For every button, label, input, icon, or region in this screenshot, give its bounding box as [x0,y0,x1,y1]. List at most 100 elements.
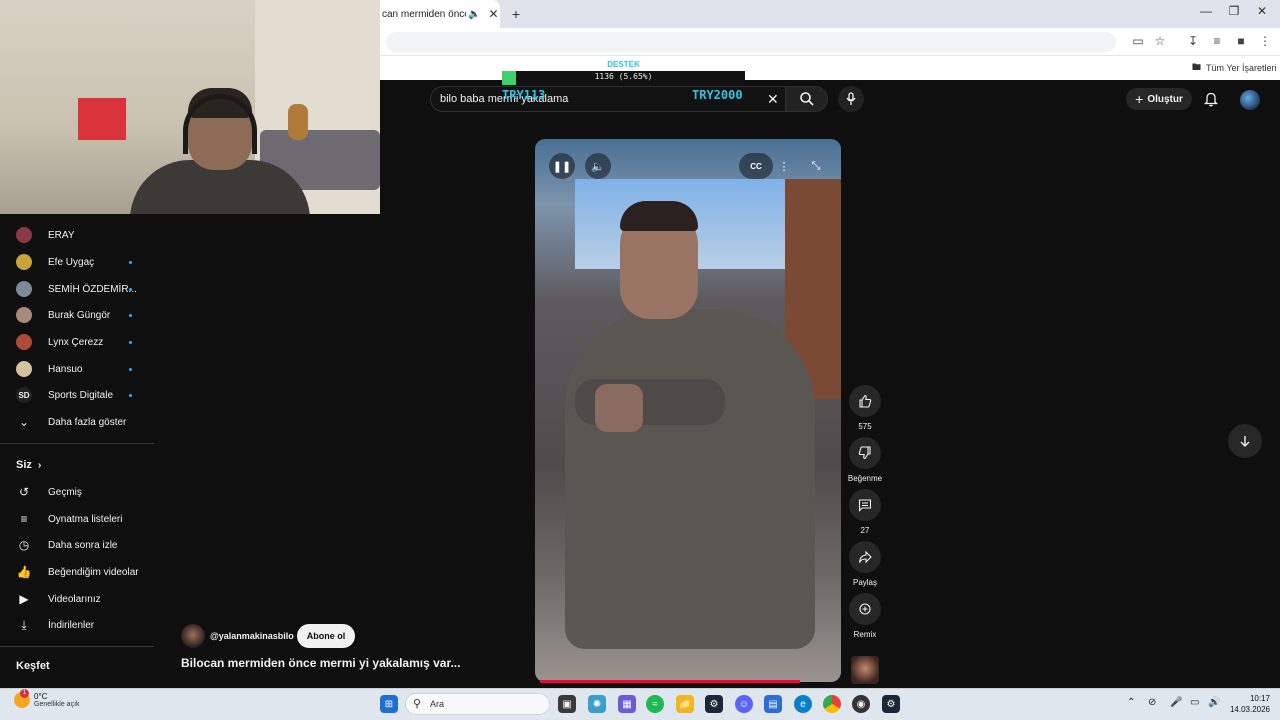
short-video-player[interactable]: ❚❚ 🔈 CC ⋮ ⤡ [535,139,841,682]
pause-icon[interactable]: ❚❚ [549,153,575,179]
sidebar-item-label: Daha sonra izle [48,539,118,551]
weather-widget[interactable]: 1 0°C Genellikle açık [14,689,80,708]
captions-icon[interactable]: CC [739,153,773,179]
task-view-icon[interactable]: ▣ [558,695,576,713]
sidebar-item-liked[interactable]: 👍 Beğendiğim videolar [0,559,154,585]
folder-icon: 🖿 [1192,62,1202,72]
steam-icon[interactable]: ⚙ [882,695,900,713]
notifications-button[interactable] [1200,88,1222,110]
cast-icon[interactable]: ▭ [1130,34,1146,48]
channel-name[interactable]: @yalanmakinasbilo [210,631,294,641]
clear-search-icon[interactable]: ✕ [767,91,779,108]
channel-avatar[interactable] [181,624,205,648]
browser-tab[interactable]: can mermiden önce me 🔈 ✕ [380,0,500,28]
profile-icon[interactable]: ■ [1233,34,1249,48]
sidebar-item-watch-later[interactable]: ◷ Daha sonra izle [0,532,154,558]
media-icon[interactable]: ≡ [1209,34,1225,48]
divider [0,646,154,647]
voice-search-button[interactable] [838,86,864,112]
new-content-dot [129,287,132,291]
channel-avatar [16,254,32,270]
address-bar[interactable] [386,32,1116,52]
sidebar-item-sub-0[interactable]: ERAY [0,222,154,248]
system-clock[interactable]: 10:17 14.03.2026 [1228,693,1270,715]
steam-icon[interactable]: ⚙ [705,695,723,713]
sidebar-item-sub-6[interactable]: SD Sports Digitale [0,382,154,408]
app-icon[interactable]: ✺ [588,695,606,713]
sidebar-item-sub-4[interactable]: Lynx Çerezz [0,329,154,355]
sidebar-item-sub-5[interactable]: Hansuo [0,356,154,382]
all-bookmarks[interactable]: 🖿 Tüm Yer İşaretleri [1192,60,1277,76]
account-avatar[interactable] [1240,90,1260,110]
microphone-icon[interactable]: 🎤 [1170,697,1182,708]
network-icon[interactable]: ⊘ [1148,697,1156,708]
sidebar-item-label: Burak Güngör [48,309,111,321]
sidebar-item-label: SEMİH ÖZDEMİR... [48,283,137,295]
sidebar-item-label: Geçmiş [48,486,82,498]
tab-title: can mermiden önce me [382,8,466,20]
subscribe-button[interactable]: Abone ol [297,624,355,648]
close-window-icon[interactable]: ✕ [1252,4,1272,18]
share-icon [849,541,881,573]
discord-icon[interactable]: ☺ [735,695,753,713]
obs-icon[interactable]: ◉ [852,695,870,713]
comments-button[interactable]: 27 [848,489,882,535]
sidebar-item-sub-2[interactable]: SEMİH ÖZDEMİR... [0,276,154,302]
chrome-icon[interactable] [823,695,841,713]
sidebar-item-label: İndirilenler [48,619,95,631]
edge-icon[interactable]: e [794,695,812,713]
thumbs-down-icon [849,437,881,469]
remix-icon [849,593,881,625]
sidebar-item-playlists[interactable]: ≡ Oynatma listeleri [0,506,154,532]
channel-avatar [16,334,32,350]
share-button[interactable]: Paylaş [848,541,882,587]
display-icon[interactable]: ▭ [1190,697,1199,708]
dislike-button[interactable]: Beğenme [848,437,882,483]
taskbar [0,688,1280,720]
menu-icon[interactable]: ⋮ [1257,34,1273,48]
video-title[interactable]: Bilocan mermiden önce mermi yi yakalamış… [181,656,460,670]
sidebar-item-sub-3[interactable]: Burak Güngör [0,302,154,328]
store-icon[interactable]: ▦ [618,695,636,713]
channel-thumbnail[interactable] [851,656,879,684]
sidebar-item-history[interactable]: ↺ Geçmiş [0,479,154,505]
sidebar-item-downloads[interactable]: ⤓ İndirilenler [0,612,154,638]
file-explorer-icon[interactable]: 📁 [676,695,694,713]
chevron-up-icon[interactable]: ⌃ [1127,697,1135,708]
new-tab-button[interactable]: + [506,4,526,24]
close-tab-icon[interactable]: ✕ [488,7,498,21]
next-video-button[interactable] [1228,424,1262,458]
download-icon[interactable]: ↧ [1185,34,1201,48]
donation-current: TRY113 [502,88,546,102]
sidebar-item-your-videos[interactable]: ▶ Videolarınız [0,586,154,612]
star-icon[interactable]: ☆ [1152,34,1168,48]
you-heading[interactable]: Siz › [16,459,41,471]
video-progress-bar[interactable] [540,680,800,683]
divider [0,443,154,444]
like-button[interactable]: 575 [848,385,882,431]
speaker-icon[interactable]: 🔈 [468,9,480,20]
sidebar-item-label: Videolarınız [48,593,101,605]
new-content-dot [129,393,132,397]
channel-avatar [16,307,32,323]
spotify-icon[interactable]: ≈ [646,695,664,713]
sidebar: ERAY Efe Uygaç SEMİH ÖZDEMİR... Burak Gü… [0,214,154,688]
minimize-icon[interactable]: — [1196,4,1216,18]
restore-icon[interactable]: ❐ [1224,4,1244,18]
playlist-icon: ≡ [20,512,28,526]
windows-start-icon[interactable]: ⊞ [380,695,398,713]
sidebar-item-sub-1[interactable]: Efe Uygaç [0,249,154,275]
channel-avatar [16,281,32,297]
volume-icon[interactable]: 🔊 [1208,697,1220,708]
remix-button[interactable]: Remix [848,593,882,639]
show-more-button[interactable]: ⌄ Daha fazla göster [0,409,154,435]
fullscreen-icon[interactable]: ⤡ [803,153,829,179]
more-options-icon[interactable]: ⋮ [771,153,797,179]
search-button[interactable] [786,86,828,112]
volume-icon[interactable]: 🔈 [585,153,611,179]
taskbar-search[interactable]: ⚲ Ara [405,693,550,715]
create-button[interactable]: + Oluştur [1126,88,1192,110]
microsoft-store-icon[interactable]: ▤ [764,695,782,713]
channel-avatar [16,227,32,243]
man-coat [565,309,815,649]
